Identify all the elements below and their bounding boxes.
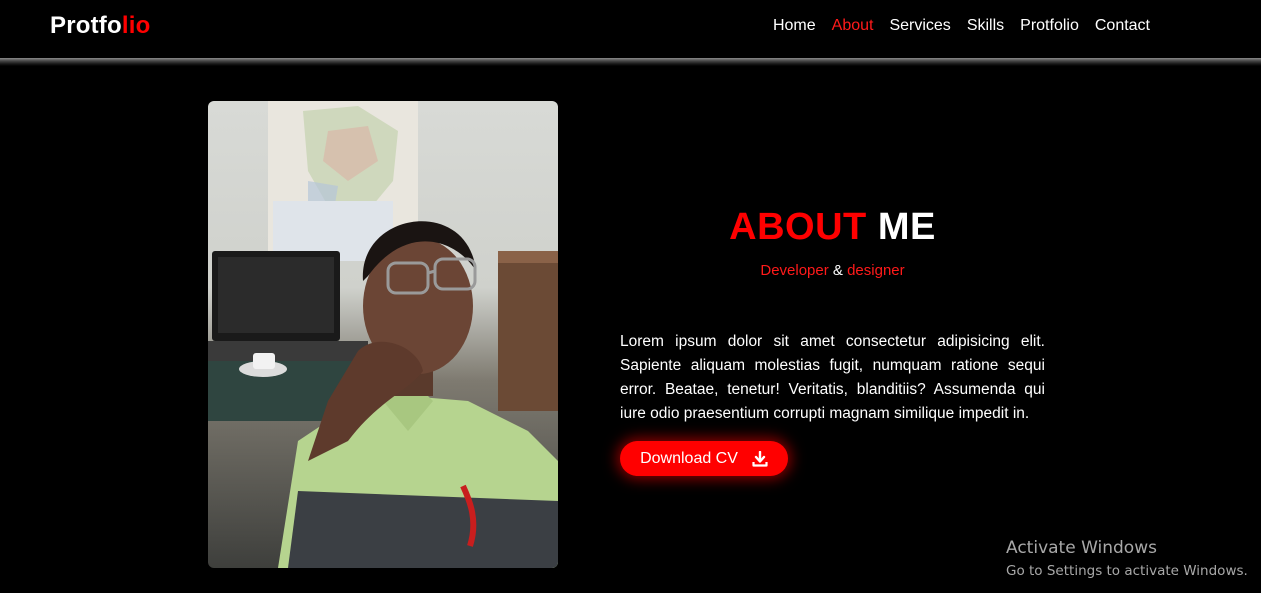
activate-windows-title: Activate Windows (1006, 538, 1157, 558)
nav-menu: Home About Services Skills Protfolio Con… (757, 17, 1150, 35)
subtitle-ampersand: & (832, 262, 843, 279)
navbar: Protfolio Home About Services Skills Pro… (0, 0, 1261, 59)
nav-link-home[interactable]: Home (773, 17, 816, 35)
nav-link-services[interactable]: Services (889, 17, 950, 35)
about-title-red: ABOUT (729, 206, 867, 248)
logo-text-red: lio (121, 12, 151, 39)
profile-photo-illustration (208, 101, 558, 568)
about-title-white: ME (877, 206, 936, 248)
nav-link-contact[interactable]: Contact (1095, 17, 1150, 35)
nav-link-protfolio[interactable]: Protfolio (1020, 17, 1079, 35)
activate-windows-subtitle: Go to Settings to activate Windows. (1006, 563, 1248, 579)
about-subtitle: Developer & designer (620, 262, 1045, 279)
nav-link-skills[interactable]: Skills (967, 17, 1004, 35)
subtitle-designer: designer (847, 262, 905, 279)
download-cv-label: Download CV (640, 449, 738, 467)
profile-photo (208, 101, 558, 568)
activate-windows-watermark: Activate Windows Go to Settings to activ… (1006, 538, 1248, 579)
navbar-shadow (0, 58, 1261, 66)
logo[interactable]: Protfolio (50, 12, 150, 40)
nav-link-about[interactable]: About (832, 17, 874, 35)
download-cv-button[interactable]: Download CV (620, 441, 788, 476)
download-icon (752, 450, 768, 467)
about-description: Lorem ipsum dolor sit amet consectetur a… (620, 333, 1045, 422)
about-title: ABOUT ME (620, 206, 1045, 249)
subtitle-developer: Developer (760, 262, 829, 279)
logo-text-white: Protfo (50, 12, 122, 39)
